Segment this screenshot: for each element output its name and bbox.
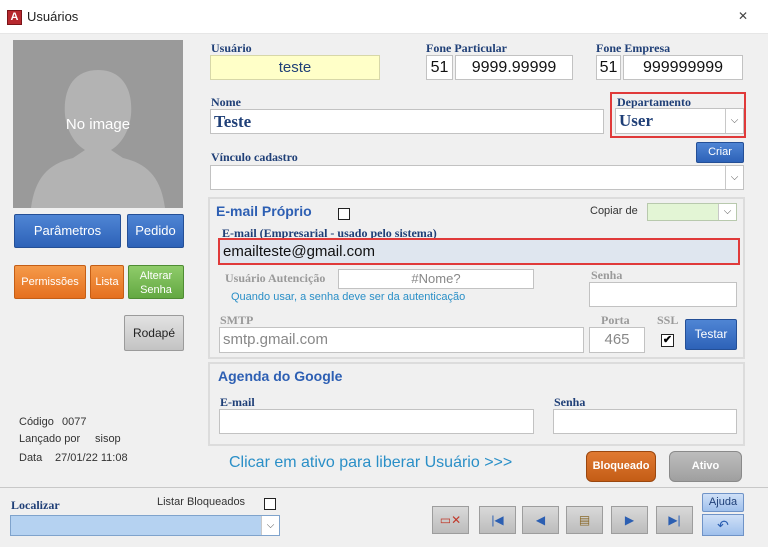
google-senha-label: Senha xyxy=(554,395,586,409)
departamento-value: User xyxy=(619,111,653,130)
undo-icon[interactable]: ↶ xyxy=(702,514,744,536)
porta-field[interactable]: 465 xyxy=(589,327,645,353)
autenticacao-hint: Quando usar, a senha deve ser da autenti… xyxy=(231,291,466,303)
usuario-label: Usuário xyxy=(211,41,252,55)
fone-empresa-ddd[interactable]: 51 xyxy=(596,55,621,80)
vinculo-select[interactable]: ⌵ xyxy=(210,165,744,190)
next-record-icon[interactable]: ▶ xyxy=(611,506,648,534)
listar-bloqueados-checkbox[interactable] xyxy=(264,498,276,510)
smtp-label: SMTP xyxy=(220,313,254,327)
bloqueado-button[interactable]: Bloqueado xyxy=(586,451,656,482)
lancado-value: sisop xyxy=(95,433,121,445)
chevron-down-icon[interactable]: ⌵ xyxy=(725,166,743,189)
ativo-button[interactable]: Ativo xyxy=(669,451,742,482)
ssl-label: SSL xyxy=(657,313,679,327)
chevron-down-icon[interactable]: ⌵ xyxy=(725,109,743,133)
user-photo[interactable]: No image xyxy=(13,40,183,208)
ajuda-button[interactable]: Ajuda xyxy=(702,493,744,512)
last-record-icon[interactable]: ▶| xyxy=(656,506,693,534)
title-bar: A Usuários ✕ xyxy=(0,0,768,34)
email-empresarial-value: emailteste@gmail.com xyxy=(223,243,375,260)
ativo-hint: Clicar em ativo para liberar Usuário >>> xyxy=(229,454,513,471)
close-icon[interactable]: ✕ xyxy=(738,9,748,23)
parametros-button[interactable]: Parâmetros xyxy=(14,214,121,248)
email-empresarial-field[interactable]: emailteste@gmail.com xyxy=(218,238,740,265)
listar-bloqueados-label: Listar Bloqueados xyxy=(157,496,246,508)
ssl-checkbox[interactable]: ✔ xyxy=(661,334,674,347)
email-proprio-checkbox[interactable] xyxy=(338,208,350,220)
no-image-label: No image xyxy=(65,116,131,133)
fone-particular-label: Fone Particular xyxy=(426,41,507,55)
chevron-down-icon[interactable]: ⌵ xyxy=(261,516,279,535)
senha-label: Senha xyxy=(591,268,623,282)
first-record-icon[interactable]: |◀ xyxy=(479,506,516,534)
delete-record-icon[interactable]: ▭✕ xyxy=(432,506,469,534)
window-title: Usuários xyxy=(27,9,79,24)
google-email-field[interactable] xyxy=(219,409,534,434)
data-label: Data xyxy=(19,452,43,464)
copiar-de-select[interactable]: ⌵ xyxy=(647,203,737,221)
alterar-senha-button[interactable]: Alterar Senha xyxy=(128,265,184,299)
nome-label: Nome xyxy=(211,95,241,109)
localizar-label: Localizar xyxy=(11,498,60,512)
alterar-senha-label-1: Alterar xyxy=(139,270,173,282)
smtp-field[interactable]: smtp.gmail.com xyxy=(219,327,584,353)
email-section-title: E-mail Próprio xyxy=(216,203,312,219)
localizar-select[interactable]: ⌵ xyxy=(10,515,280,536)
alterar-senha-label-2: Senha xyxy=(140,284,172,296)
usuario-autenticacao-field[interactable]: #Nome? xyxy=(338,269,534,289)
departamento-select[interactable]: User ⌵ xyxy=(615,108,744,134)
usuario-field[interactable]: teste xyxy=(210,55,380,80)
testar-button[interactable]: Testar xyxy=(685,319,737,350)
google-email-label: E-mail xyxy=(220,395,255,409)
previous-record-icon[interactable]: ◀ xyxy=(522,506,559,534)
app-icon: A xyxy=(7,10,22,25)
fone-particular-number[interactable]: 9999.99999 xyxy=(455,55,573,80)
google-section-title: Agenda do Google xyxy=(218,368,343,384)
new-record-icon[interactable]: ▤ xyxy=(566,506,603,534)
vinculo-label: Vínculo cadastro xyxy=(211,150,298,164)
codigo-label: Código xyxy=(19,416,54,428)
fone-empresa-label: Fone Empresa xyxy=(596,41,671,55)
chevron-down-icon[interactable]: ⌵ xyxy=(718,204,736,220)
data-value: 27/01/22 11:08 xyxy=(55,452,128,464)
google-senha-field[interactable] xyxy=(553,409,737,434)
porta-label: Porta xyxy=(601,313,630,327)
pedido-button[interactable]: Pedido xyxy=(127,214,184,248)
criar-button[interactable]: Criar xyxy=(696,142,744,163)
copiar-de-label: Copiar de xyxy=(590,205,638,217)
lancado-label: Lançado por xyxy=(19,433,81,445)
codigo-value: 0077 xyxy=(62,416,87,428)
rodape-button[interactable]: Rodapé xyxy=(124,315,184,351)
fone-empresa-number[interactable]: 999999999 xyxy=(623,55,743,80)
senha-field[interactable] xyxy=(589,282,737,307)
nome-field[interactable]: Teste xyxy=(210,109,604,134)
usuario-autenticacao-label: Usuário Autencição xyxy=(225,271,326,285)
lista-button[interactable]: Lista xyxy=(90,265,124,299)
permissoes-button[interactable]: Permissões xyxy=(14,265,86,299)
fone-particular-ddd[interactable]: 51 xyxy=(426,55,453,80)
